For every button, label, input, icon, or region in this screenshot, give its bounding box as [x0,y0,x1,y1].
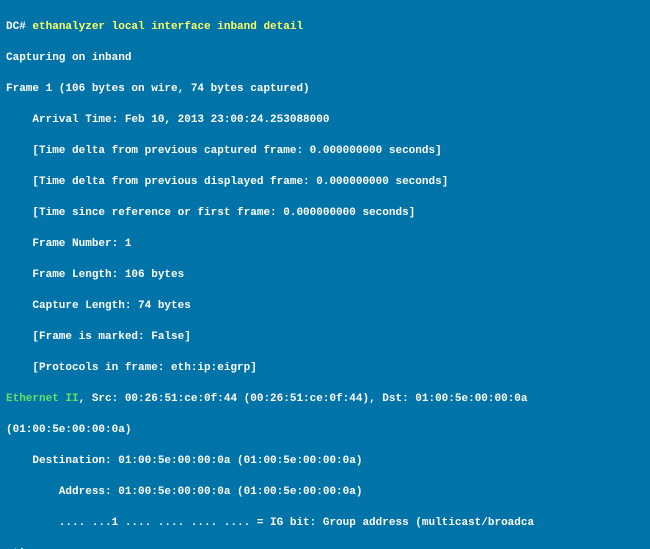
output-line: Capture Length: 74 bytes [6,299,644,315]
prompt: DC# [6,21,26,33]
output-line: (01:00:5e:00:00:0a) [6,423,644,439]
output-line: [Time since reference or first frame: 0.… [6,206,644,222]
section-ethernet: Ethernet II [6,393,79,405]
output-line: Frame Length: 106 bytes [6,268,644,284]
command-line: DC# ethanalyzer local interface inband d… [6,20,644,36]
output-line: Ethernet II, Src: 00:26:51:ce:0f:44 (00:… [6,392,644,408]
output-line: Frame 1 (106 bytes on wire, 74 bytes cap… [6,82,644,98]
output-line: Arrival Time: Feb 10, 2013 23:00:24.2530… [6,113,644,129]
output-line: Address: 01:00:5e:00:00:0a (01:00:5e:00:… [6,485,644,501]
output-line: [Time delta from previous displayed fram… [6,175,644,191]
output-line: [Frame is marked: False] [6,330,644,346]
output-line: Frame Number: 1 [6,237,644,253]
section-ethernet-details: , Src: 00:26:51:ce:0f:44 (00:26:51:ce:0f… [79,393,528,405]
terminal-window[interactable]: DC# ethanalyzer local interface inband d… [0,0,650,549]
output-line: [Protocols in frame: eth:ip:eigrp] [6,361,644,377]
output-line: Destination: 01:00:5e:00:00:0a (01:00:5e… [6,454,644,470]
typed-command: ethanalyzer local interface inband detai… [26,21,303,33]
output-line: [Time delta from previous captured frame… [6,144,644,160]
output-line: .... ...1 .... .... .... .... = IG bit: … [6,516,644,532]
output-line: Capturing on inband [6,51,644,67]
